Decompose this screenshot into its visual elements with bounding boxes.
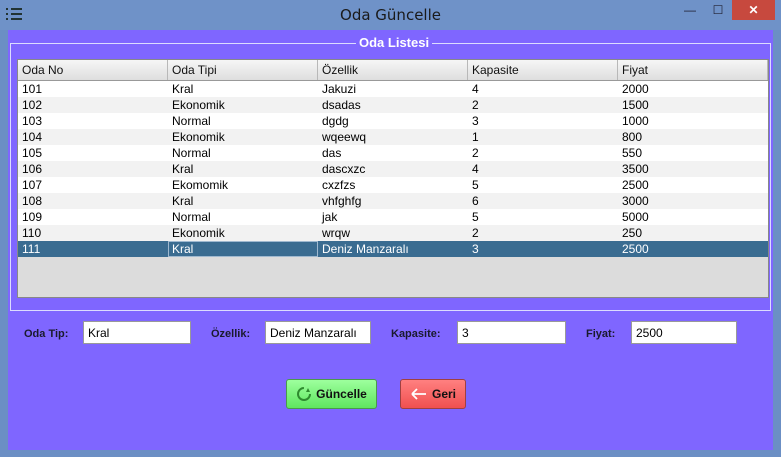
table-row[interactable]: 111 Kral Deniz Manzaralı 3 2500 [18,241,768,257]
room-table[interactable]: Oda No Oda Tipi Özellik Kapasite Fiyat 1… [17,59,769,298]
table-cell[interactable]: 110 [18,225,168,241]
table-cell[interactable]: 4 [468,161,618,177]
oda-tip-input[interactable] [83,321,191,344]
ozellik-input[interactable] [265,321,371,344]
minimize-button[interactable]: — [683,0,697,20]
column-header-kapasite[interactable]: Kapasite [468,60,618,80]
refresh-icon [297,387,312,401]
update-button-label: Güncelle [316,387,367,401]
table-cell[interactable]: 3 [468,241,618,257]
table-cell[interactable]: Ekomomik [168,177,318,193]
table-cell[interactable]: 5000 [618,209,768,225]
table-cell[interactable]: 550 [618,145,768,161]
table-cell[interactable]: 4 [468,81,618,97]
table-cell[interactable]: Kral [168,193,318,209]
maximize-button[interactable]: ☐ [710,0,726,20]
table-cell[interactable]: 101 [18,81,168,97]
table-cell[interactable]: 5 [468,209,618,225]
table-cell[interactable]: cxzfzs [318,177,468,193]
table-row[interactable]: 102 Ekonomik dsadas 2 1500 [18,97,768,113]
column-header-fiyat[interactable]: Fiyat [618,60,768,80]
table-cell[interactable]: 2500 [618,177,768,193]
table-cell[interactable]: Jakuzi [318,81,468,97]
kapasite-label: Kapasite: [391,328,441,340]
table-row[interactable]: 103 Normal dgdg 3 1000 [18,113,768,129]
table-cell[interactable]: 102 [18,97,168,113]
table-header: Oda No Oda Tipi Özellik Kapasite Fiyat [18,60,768,81]
fiyat-input[interactable] [631,321,737,344]
table-cell[interactable]: 2500 [618,241,768,257]
table-row[interactable]: 109 Normal jak 5 5000 [18,209,768,225]
table-cell[interactable]: 2 [468,225,618,241]
kapasite-input[interactable] [457,321,566,344]
oda-tip-label: Oda Tip: [24,328,69,340]
window-title: Oda Güncelle [340,6,441,24]
column-header-oda-no[interactable]: Oda No [18,60,168,80]
fiyat-label: Fiyat: [586,328,616,340]
table-cell[interactable]: 111 [18,241,168,257]
table-cell[interactable]: 3000 [618,193,768,209]
table-cell[interactable]: 104 [18,129,168,145]
panel-legend: Oda Listesi [356,35,433,50]
table-cell[interactable]: 106 [18,161,168,177]
table-cell[interactable]: 1000 [618,113,768,129]
table-cell[interactable]: dgdg [318,113,468,129]
app-window: Oda Güncelle — ☐ ✕ Oda Listesi Oda No Od… [0,0,781,457]
table-cell[interactable]: Kral [168,161,318,177]
table-cell[interactable]: Deniz Manzaralı [318,241,468,257]
table-cell[interactable]: Normal [168,145,318,161]
arrow-left-icon [411,388,426,400]
table-cell[interactable]: Kral [168,81,318,97]
table-cell[interactable]: dsadas [318,97,468,113]
table-cell[interactable]: jak [318,209,468,225]
table-cell[interactable]: wqeewq [318,129,468,145]
update-button[interactable]: Güncelle [286,379,377,409]
table-cell[interactable]: 108 [18,193,168,209]
table-cell[interactable]: das [318,145,468,161]
table-cell[interactable]: wrqw [318,225,468,241]
table-cell[interactable]: 2 [468,97,618,113]
back-button[interactable]: Geri [400,379,466,409]
table-cell[interactable]: 1500 [618,97,768,113]
table-cell[interactable]: 250 [618,225,768,241]
table-cell[interactable]: Ekonomik [168,97,318,113]
table-cell[interactable]: vhfghfg [318,193,468,209]
table-cell[interactable]: 6 [468,193,618,209]
table-row[interactable]: 101 Kral Jakuzi 4 2000 [18,81,768,97]
content-area: Oda Listesi Oda No Oda Tipi Özellik Kapa… [8,30,773,450]
table-cell[interactable]: Normal [168,113,318,129]
back-button-label: Geri [431,387,456,401]
table-cell[interactable]: 2 [468,145,618,161]
table-cell[interactable]: Kral [168,241,318,257]
table-body: 101 Kral Jakuzi 4 2000 102 Ekonomik dsadas 2 1500… [18,81,768,257]
table-cell[interactable]: 103 [18,113,168,129]
table-cell[interactable]: 800 [618,129,768,145]
table-cell[interactable]: 2000 [618,81,768,97]
table-row[interactable]: 104 Ekonomik wqeewq 1 800 [18,129,768,145]
ozellik-label: Özellik: [211,328,251,340]
table-row[interactable]: 110 Ekonomik wrqw 2 250 [18,225,768,241]
table-row[interactable]: 107 Ekomomik cxzfzs 5 2500 [18,177,768,193]
table-cell[interactable]: Ekonomik [168,129,318,145]
column-header-ozellik[interactable]: Özellik [318,60,468,80]
table-cell[interactable]: 5 [468,177,618,193]
table-row[interactable]: 105 Normal das 2 550 [18,145,768,161]
table-cell[interactable]: 109 [18,209,168,225]
table-row[interactable]: 108 Kral vhfghfg 6 3000 [18,193,768,209]
table-cell[interactable]: 3500 [618,161,768,177]
table-cell[interactable]: Ekonomik [168,225,318,241]
table-row[interactable]: 106 Kral dascxzc 4 3500 [18,161,768,177]
table-cell[interactable]: 3 [468,113,618,129]
table-cell[interactable]: dascxzc [318,161,468,177]
room-list-panel: Oda Listesi Oda No Oda Tipi Özellik Kapa… [10,35,771,311]
column-header-oda-tipi[interactable]: Oda Tipi [168,60,318,80]
title-bar[interactable]: Oda Güncelle — ☐ ✕ [0,0,781,30]
table-cell[interactable]: Normal [168,209,318,225]
close-button[interactable]: ✕ [732,0,775,20]
table-cell[interactable]: 105 [18,145,168,161]
table-cell[interactable]: 1 [468,129,618,145]
table-cell[interactable]: 107 [18,177,168,193]
